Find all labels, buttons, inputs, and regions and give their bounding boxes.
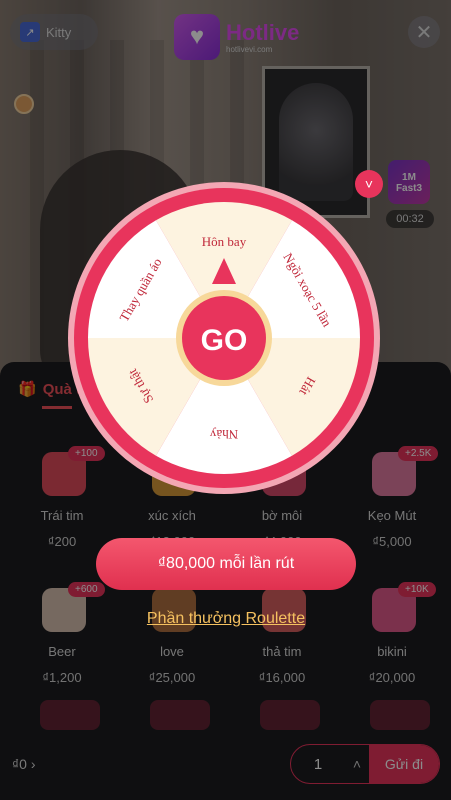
wheel-segment-label: Hôn bay	[202, 234, 247, 249]
go-label: GO	[201, 324, 248, 357]
draw-button[interactable]: ₫80,000 mỗi lần rút	[96, 538, 356, 590]
roulette-wheel-svg: Hôn bayNgồi xoạc 5 lầnHátNhảySự thậtThay…	[68, 182, 380, 494]
roulette-prizes-link[interactable]: Phần thưởng Roulette	[96, 610, 356, 628]
wheel-segment-label: Nhảy	[209, 427, 238, 442]
roulette-wheel: Hôn bay Ngồi xoạc 5 lần Hát Nhảy Sự thật Thay…	[66, 180, 382, 496]
